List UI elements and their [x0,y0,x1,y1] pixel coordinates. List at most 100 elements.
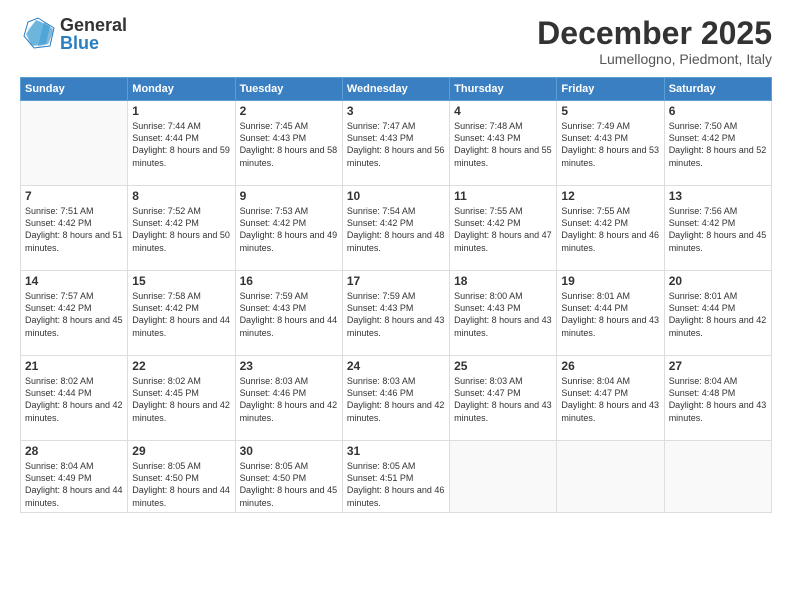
cell-details: Sunrise: 7:44 AMSunset: 4:44 PMDaylight:… [132,120,230,169]
calendar-cell: 26 Sunrise: 8:04 AMSunset: 4:47 PMDayligh… [557,356,664,441]
day-number: 19 [561,274,659,288]
logo-text: General Blue [60,16,127,52]
cell-details: Sunrise: 7:59 AMSunset: 4:43 PMDaylight:… [240,290,338,339]
calendar-cell [664,441,771,513]
cell-details: Sunrise: 8:00 AMSunset: 4:43 PMDaylight:… [454,290,552,339]
cell-details: Sunrise: 7:55 AMSunset: 4:42 PMDaylight:… [561,205,659,254]
cell-details: Sunrise: 8:03 AMSunset: 4:46 PMDaylight:… [240,375,338,424]
day-number: 22 [132,359,230,373]
calendar-cell: 17 Sunrise: 7:59 AMSunset: 4:43 PMDayligh… [342,271,449,356]
calendar-cell: 19 Sunrise: 8:01 AMSunset: 4:44 PMDayligh… [557,271,664,356]
day-number: 23 [240,359,338,373]
calendar-cell [557,441,664,513]
cell-details: Sunrise: 7:49 AMSunset: 4:43 PMDaylight:… [561,120,659,169]
day-number: 1 [132,104,230,118]
day-number: 14 [25,274,123,288]
calendar-cell: 4Sunrise: 7:48 AMSunset: 4:43 PMDaylight… [450,101,557,186]
cell-details: Sunrise: 7:47 AMSunset: 4:43 PMDaylight:… [347,120,445,169]
month-title: December 2025 [537,16,772,51]
cell-details: Sunrise: 8:03 AMSunset: 4:46 PMDaylight:… [347,375,445,424]
cell-details: Sunrise: 8:03 AMSunset: 4:47 PMDaylight:… [454,375,552,424]
cell-details: Sunrise: 7:59 AMSunset: 4:43 PMDaylight:… [347,290,445,339]
cell-details: Sunrise: 8:01 AMSunset: 4:44 PMDaylight:… [561,290,659,339]
calendar-cell: 8 Sunrise: 7:52 AMSunset: 4:42 PMDaylight… [128,186,235,271]
calendar-cell: 27 Sunrise: 8:04 AMSunset: 4:48 PMDayligh… [664,356,771,441]
calendar-cell: 12 Sunrise: 7:55 AMSunset: 4:42 PMDayligh… [557,186,664,271]
calendar-cell: 16 Sunrise: 7:59 AMSunset: 4:43 PMDayligh… [235,271,342,356]
day-number: 4 [454,104,552,118]
day-number: 3 [347,104,445,118]
calendar-cell [21,101,128,186]
calendar-cell: 11Sunrise: 7:55 AMSunset: 4:42 PMDayligh… [450,186,557,271]
calendar-cell: 6 Sunrise: 7:50 AMSunset: 4:42 PMDaylight… [664,101,771,186]
cell-details: Sunrise: 8:05 AMSunset: 4:50 PMDaylight:… [240,460,338,509]
day-number: 8 [132,189,230,203]
calendar-cell: 20 Sunrise: 8:01 AMSunset: 4:44 PMDayligh… [664,271,771,356]
day-number: 10 [347,189,445,203]
page-container: General Blue December 2025 Lumellogno, P… [0,0,792,612]
cell-details: Sunrise: 8:05 AMSunset: 4:51 PMDaylight:… [347,460,445,509]
calendar-cell: 1 Sunrise: 7:44 AMSunset: 4:44 PMDaylight… [128,101,235,186]
day-number: 6 [669,104,767,118]
cell-details: Sunrise: 7:58 AMSunset: 4:42 PMDaylight:… [132,290,230,339]
day-number: 20 [669,274,767,288]
calendar-cell: 23 Sunrise: 8:03 AMSunset: 4:46 PMDayligh… [235,356,342,441]
calendar-cell: 13Sunrise: 7:56 AMSunset: 4:42 PMDayligh… [664,186,771,271]
day-header-tuesday: Tuesday [235,78,342,101]
calendar-week-0: 1 Sunrise: 7:44 AMSunset: 4:44 PMDaylight… [21,101,772,186]
day-number: 29 [132,444,230,458]
day-number: 16 [240,274,338,288]
calendar-week-1: 7Sunrise: 7:51 AMSunset: 4:42 PMDaylight… [21,186,772,271]
day-number: 9 [240,189,338,203]
day-number: 24 [347,359,445,373]
cell-details: Sunrise: 7:54 AMSunset: 4:42 PMDaylight:… [347,205,445,254]
day-number: 17 [347,274,445,288]
day-number: 12 [561,189,659,203]
cell-details: Sunrise: 7:55 AMSunset: 4:42 PMDaylight:… [454,205,552,254]
cell-details: Sunrise: 8:02 AMSunset: 4:44 PMDaylight:… [25,375,123,424]
header: General Blue December 2025 Lumellogno, P… [20,16,772,67]
calendar-cell: 7Sunrise: 7:51 AMSunset: 4:42 PMDaylight… [21,186,128,271]
cell-details: Sunrise: 8:05 AMSunset: 4:50 PMDaylight:… [132,460,230,509]
cell-details: Sunrise: 8:04 AMSunset: 4:47 PMDaylight:… [561,375,659,424]
calendar-cell: 15Sunrise: 7:58 AMSunset: 4:42 PMDayligh… [128,271,235,356]
calendar-cell: 10 Sunrise: 7:54 AMSunset: 4:42 PMDayligh… [342,186,449,271]
day-number: 27 [669,359,767,373]
day-number: 25 [454,359,552,373]
day-number: 26 [561,359,659,373]
day-number: 2 [240,104,338,118]
cell-details: Sunrise: 7:50 AMSunset: 4:42 PMDaylight:… [669,120,767,169]
day-header-monday: Monday [128,78,235,101]
day-number: 18 [454,274,552,288]
calendar-cell: 24 Sunrise: 8:03 AMSunset: 4:46 PMDayligh… [342,356,449,441]
day-number: 21 [25,359,123,373]
day-number: 28 [25,444,123,458]
calendar-cell: 3 Sunrise: 7:47 AMSunset: 4:43 PMDaylight… [342,101,449,186]
calendar-cell: 31 Sunrise: 8:05 AMSunset: 4:51 PMDayligh… [342,441,449,513]
calendar-week-4: 28 Sunrise: 8:04 AMSunset: 4:49 PMDayligh… [21,441,772,513]
day-number: 30 [240,444,338,458]
title-block: December 2025 Lumellogno, Piedmont, Ital… [537,16,772,67]
cell-details: Sunrise: 8:02 AMSunset: 4:45 PMDaylight:… [132,375,230,424]
cell-details: Sunrise: 8:04 AMSunset: 4:49 PMDaylight:… [25,460,123,509]
location: Lumellogno, Piedmont, Italy [537,51,772,67]
calendar-cell: 9 Sunrise: 7:53 AMSunset: 4:42 PMDaylight… [235,186,342,271]
calendar-cell: 14Sunrise: 7:57 AMSunset: 4:42 PMDayligh… [21,271,128,356]
calendar-cell: 18 Sunrise: 8:00 AMSunset: 4:43 PMDayligh… [450,271,557,356]
day-number: 13 [669,189,767,203]
calendar-cell: 22 Sunrise: 8:02 AMSunset: 4:45 PMDayligh… [128,356,235,441]
cell-details: Sunrise: 8:01 AMSunset: 4:44 PMDaylight:… [669,290,767,339]
calendar-cell: 2Sunrise: 7:45 AMSunset: 4:43 PMDaylight… [235,101,342,186]
day-number: 31 [347,444,445,458]
calendar-week-2: 14Sunrise: 7:57 AMSunset: 4:42 PMDayligh… [21,271,772,356]
day-number: 7 [25,189,123,203]
day-header-thursday: Thursday [450,78,557,101]
cell-details: Sunrise: 7:52 AMSunset: 4:42 PMDaylight:… [132,205,230,254]
cell-details: Sunrise: 8:04 AMSunset: 4:48 PMDaylight:… [669,375,767,424]
calendar-cell: 5Sunrise: 7:49 AMSunset: 4:43 PMDaylight… [557,101,664,186]
logo-general-text: General [60,16,127,34]
cell-details: Sunrise: 7:53 AMSunset: 4:42 PMDaylight:… [240,205,338,254]
calendar-cell: 25 Sunrise: 8:03 AMSunset: 4:47 PMDayligh… [450,356,557,441]
calendar-cell: 28 Sunrise: 8:04 AMSunset: 4:49 PMDayligh… [21,441,128,513]
calendar-table: SundayMondayTuesdayWednesdayThursdayFrid… [20,77,772,513]
